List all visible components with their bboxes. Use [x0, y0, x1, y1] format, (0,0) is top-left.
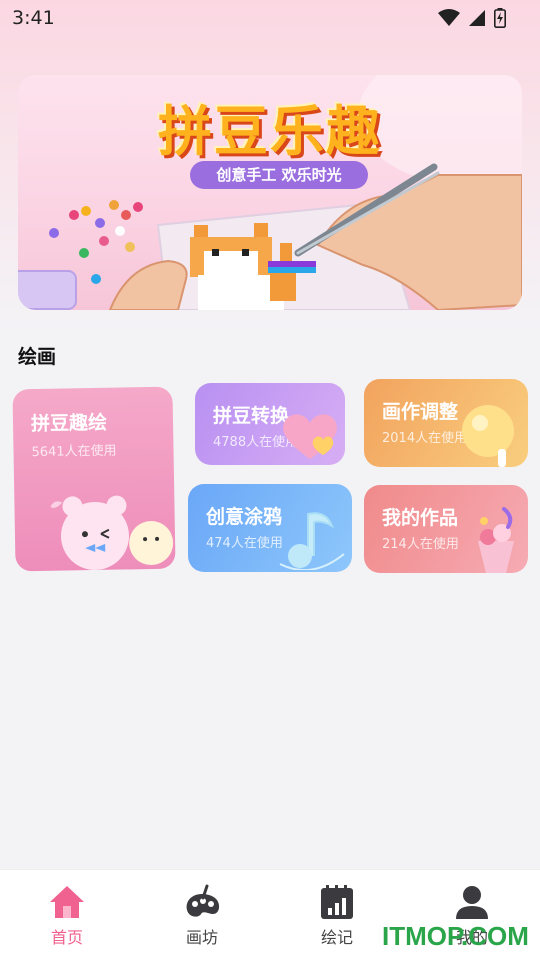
banner[interactable]: 拼豆乐趣 创意手工 欢乐时光 — [18, 75, 522, 310]
card-title: 我的作品 — [382, 507, 459, 529]
card-usage: 5641人在使用 — [31, 443, 117, 461]
nav-item-studio[interactable]: 画坊 — [157, 884, 247, 948]
battery-charging-icon — [494, 8, 506, 28]
heart-icon — [283, 414, 337, 459]
notebook-chart-icon — [321, 885, 353, 919]
status-icons — [438, 8, 506, 28]
music-note-icon — [279, 512, 345, 570]
watermark: ITMOP.COM — [382, 921, 529, 951]
lollipop-icon — [462, 405, 514, 467]
nav-label: 绘记 — [320, 928, 353, 947]
cellular-signal-icon — [469, 10, 485, 26]
nav-label: 首页 — [50, 928, 83, 947]
wifi-icon — [438, 9, 460, 26]
feature-card-bead-convert[interactable]: 拼豆转换 4788人在使用 — [195, 383, 345, 465]
card-usage: 474人在使用 — [206, 536, 283, 551]
feature-card-bead-drawing[interactable]: 拼豆趣绘 5641人在使用 — [12, 386, 176, 572]
card-usage: 214人在使用 — [382, 537, 459, 552]
section-title: 绘画 — [18, 346, 57, 368]
nav-item-home[interactable]: 首页 — [22, 884, 112, 948]
palette-icon — [186, 884, 220, 917]
feature-card-creative-doodle[interactable]: 创意涂鸦 474人在使用 — [188, 484, 352, 572]
card-usage: 2014人在使用 — [382, 431, 468, 446]
card-title: 拼豆趣绘 — [30, 411, 108, 436]
home-icon — [50, 886, 84, 918]
bear-mascot-icon — [50, 495, 174, 570]
card-title: 画作调整 — [382, 401, 459, 423]
status-time: 3:41 — [12, 7, 55, 29]
banner-title: 拼豆乐趣 — [158, 100, 382, 163]
nav-item-journal[interactable]: 绘记 — [292, 884, 382, 948]
feature-card-my-works[interactable]: 我的作品 214人在使用 — [364, 485, 528, 573]
nav-label: 画坊 — [185, 928, 218, 947]
banner-subtitle: 创意手工 欢乐时光 — [190, 161, 368, 189]
person-icon — [456, 886, 488, 919]
feature-card-painting-adjust[interactable]: 画作调整 2014人在使用 — [364, 379, 528, 467]
card-title: 创意涂鸦 — [206, 506, 283, 528]
status-bar: 3:41 — [0, 0, 540, 36]
dessert-cup-icon — [478, 507, 514, 573]
